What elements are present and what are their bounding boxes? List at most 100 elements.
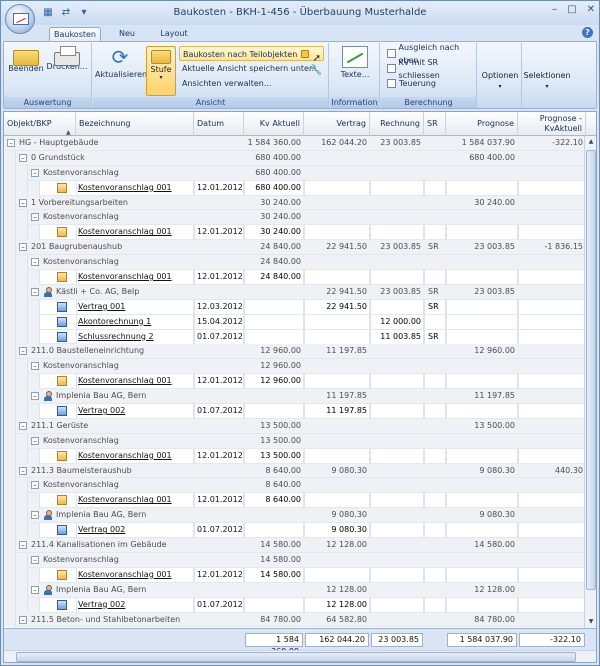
- view-item-manage[interactable]: Ansichten verwalten...: [179, 76, 324, 91]
- collapse-icon[interactable]: –: [19, 243, 27, 252]
- collapse-icon[interactable]: –: [7, 139, 15, 147]
- collapse-icon[interactable]: –: [31, 555, 39, 564]
- aktualisieren-button[interactable]: ⟳ Aktualisieren: [95, 46, 147, 79]
- col-kv-header[interactable]: Kv Aktuell: [244, 112, 304, 136]
- drucken-button[interactable]: Drucken...: [46, 46, 88, 71]
- help-icon[interactable]: ?: [582, 27, 593, 38]
- stufe-button[interactable]: Stufe ▾: [146, 46, 176, 96]
- collapse-icon[interactable]: –: [31, 213, 39, 222]
- group-row[interactable]: – Kostenvoranschlag 12 960.00: [4, 359, 596, 375]
- table-row[interactable]: Kostenvoranschlag 001 12.01.2012 24 840.00: [4, 270, 596, 285]
- collapse-icon[interactable]: –: [31, 585, 39, 594]
- scroll-thumb[interactable]: [586, 150, 596, 590]
- group-row[interactable]: –211.5 Beton- und Stahlbetonarbeiten 84 7…: [4, 612, 596, 628]
- col-vertrag-header[interactable]: Vertrag: [304, 112, 370, 136]
- document-link[interactable]: Kostenvoranschlag 001: [78, 493, 192, 507]
- tab-layout[interactable]: Layout: [153, 27, 195, 42]
- beenden-button[interactable]: Beenden: [8, 46, 44, 73]
- collapse-icon[interactable]: –: [31, 168, 39, 177]
- document-link[interactable]: Vertrag 002: [78, 598, 192, 612]
- maximize-button[interactable]: □: [567, 4, 576, 15]
- tab-neu[interactable]: Neu: [109, 27, 145, 42]
- col-objekt-header[interactable]: Objekt/BKP ▲: [4, 112, 76, 136]
- group-row[interactable]: – Kostenvoranschlag 30 240.00: [4, 210, 596, 226]
- table-row[interactable]: Kostenvoranschlag 001 12.01.2012 13 500.00: [4, 448, 596, 464]
- col-datum-header[interactable]: Datum: [194, 112, 244, 136]
- group-row[interactable]: – Kostenvoranschlag 14 580.00: [4, 552, 596, 568]
- scroll-down-icon[interactable]: ▼: [585, 616, 596, 628]
- table-row[interactable]: Kostenvoranschlag 001 12.01.2012 680 400.0…: [4, 180, 596, 196]
- collapse-icon[interactable]: –: [19, 347, 27, 356]
- collapse-icon[interactable]: –: [31, 362, 39, 371]
- collapse-icon[interactable]: –: [31, 392, 39, 401]
- table-row[interactable]: Vertrag 002 01.07.2012 11 197.85: [4, 404, 596, 419]
- optionen-button[interactable]: Optionen ▾: [478, 43, 522, 108]
- group-row[interactable]: – Kostenvoranschlag 13 500.00: [4, 433, 596, 449]
- selektionen-button[interactable]: Selektionen ▾: [523, 43, 571, 108]
- hscroll-thumb[interactable]: [16, 652, 576, 662]
- table-row[interactable]: Kostenvoranschlag 001 12.01.2012 30 240.00: [4, 225, 596, 241]
- document-link[interactable]: Kostenvoranschlag 001: [78, 568, 192, 582]
- group-row[interactable]: –0 Grundstück 680 400.00 680 400.00: [4, 150, 596, 166]
- collapse-icon[interactable]: –: [19, 615, 27, 624]
- group-row[interactable]: –211.4 Kanalisationen im Gebäude 14 580.0…: [4, 538, 596, 553]
- view-item-save-as[interactable]: Aktuelle Ansicht speichern unter... 🔧: [179, 61, 324, 76]
- group-row[interactable]: – Kostenvoranschlag 680 400.00: [4, 165, 596, 181]
- document-link[interactable]: Vertrag 001: [78, 300, 192, 314]
- minimize-button[interactable]: –: [552, 4, 557, 15]
- group-row[interactable]: –211.0 Baustelleneinrichtung 12 960.00 11 …: [4, 344, 596, 360]
- table-row[interactable]: Vertrag 002 01.07.2012 12 128.00: [4, 597, 596, 613]
- group-row[interactable]: – Implenia Bau AG, Bern 11 197.85 11 197.85: [4, 389, 596, 405]
- group-row[interactable]: – HG - Hauptgebäude 1 584 360.00 162 044.20…: [4, 136, 596, 151]
- dropdown-caret-icon[interactable]: [301, 50, 309, 58]
- texte-button[interactable]: Texte...: [334, 46, 376, 79]
- scroll-up-icon[interactable]: ▲: [585, 136, 596, 148]
- table-row[interactable]: Vertrag 002 01.07.2012 9 080.30: [4, 523, 596, 539]
- group-row[interactable]: – Kostenvoranschlag 24 840.00: [4, 255, 596, 271]
- vertical-scrollbar[interactable]: ▲ ▼: [584, 136, 596, 628]
- table-row[interactable]: Kostenvoranschlag 001 12.01.2012 8 640.00: [4, 493, 596, 509]
- col-rechnung-header[interactable]: Rechnung: [370, 112, 424, 136]
- document-link[interactable]: Kostenvoranschlag 001: [78, 449, 192, 463]
- document-link[interactable]: Kostenvoranschlag 001: [78, 225, 192, 239]
- view-item-teilobjekte[interactable]: Baukosten nach Teilobjekten ➚: [179, 46, 324, 64]
- collapse-icon[interactable]: –: [19, 421, 27, 430]
- table-row[interactable]: Schlussrechnung 2 01.07.2012 11 003.85 SR: [4, 329, 596, 345]
- group-row[interactable]: –211.1 Gerüste 13 500.00 13 500.00: [4, 418, 596, 434]
- col-bezeichnung-header[interactable]: Bezeichnung: [76, 112, 194, 136]
- collapse-icon[interactable]: –: [19, 466, 27, 475]
- horizontal-scrollbar[interactable]: [4, 650, 596, 662]
- group-row[interactable]: – Kostenvoranschlag 8 640.00: [4, 478, 596, 494]
- close-button[interactable]: ✕: [587, 4, 595, 15]
- document-link[interactable]: Kostenvoranschlag 001: [78, 374, 192, 388]
- group-row[interactable]: –201 Baugrubenaushub 24 840.00 22 941.50 23…: [4, 240, 596, 256]
- table-row[interactable]: Akontorechnung 1 15.04.2012 12 000.00: [4, 314, 596, 330]
- table-row[interactable]: Kostenvoranschlag 001 12.01.2012 12 960.00: [4, 374, 596, 390]
- collapse-icon[interactable]: –: [31, 287, 39, 296]
- collapse-icon[interactable]: –: [19, 198, 27, 207]
- collapse-icon[interactable]: –: [31, 258, 39, 267]
- group-row[interactable]: – Implenia Bau AG, Bern 9 080.30 9 080.30: [4, 508, 596, 524]
- document-link[interactable]: Kostenvoranschlag 001: [78, 181, 192, 195]
- collapse-icon[interactable]: –: [19, 153, 27, 162]
- collapse-icon[interactable]: –: [19, 541, 27, 550]
- group-row[interactable]: – Kästli + Co. AG, Belp 22 941.50 23 003.85…: [4, 284, 596, 300]
- collapse-icon[interactable]: –: [31, 481, 39, 490]
- group-row[interactable]: –211.3 Baumeisteraushub 8 640.00 9 080.30 9…: [4, 463, 596, 479]
- document-link[interactable]: Vertrag 002: [78, 523, 192, 537]
- group-row[interactable]: – Implenia Bau AG, Bern 12 128.00 12 128.00: [4, 582, 596, 598]
- col-prognose-header[interactable]: Prognose: [446, 112, 518, 136]
- group-row[interactable]: –1 Vorbereitungsarbeiten 30 240.00 30 240.…: [4, 195, 596, 211]
- application-menu-button[interactable]: [5, 4, 35, 34]
- col-diff-header[interactable]: Prognose - KvAktuell: [518, 112, 586, 136]
- tab-baukosten[interactable]: Baukosten: [49, 27, 101, 42]
- collapse-icon[interactable]: –: [31, 436, 39, 445]
- table-row[interactable]: Kostenvoranschlag 001 12.01.2012 14 580.00: [4, 567, 596, 583]
- table-row[interactable]: Vertrag 001 12.03.2012 22 941.50 SR: [4, 299, 596, 315]
- col-sr-header[interactable]: SR: [424, 112, 446, 136]
- document-link[interactable]: Kostenvoranschlag 001: [78, 270, 192, 284]
- document-link[interactable]: Akontorechnung 1: [78, 315, 192, 329]
- document-link[interactable]: Schlussrechnung 2: [78, 330, 192, 344]
- collapse-icon[interactable]: –: [31, 511, 39, 520]
- kv-sr-checkbox[interactable]: KV mit SR schliessen: [385, 58, 476, 80]
